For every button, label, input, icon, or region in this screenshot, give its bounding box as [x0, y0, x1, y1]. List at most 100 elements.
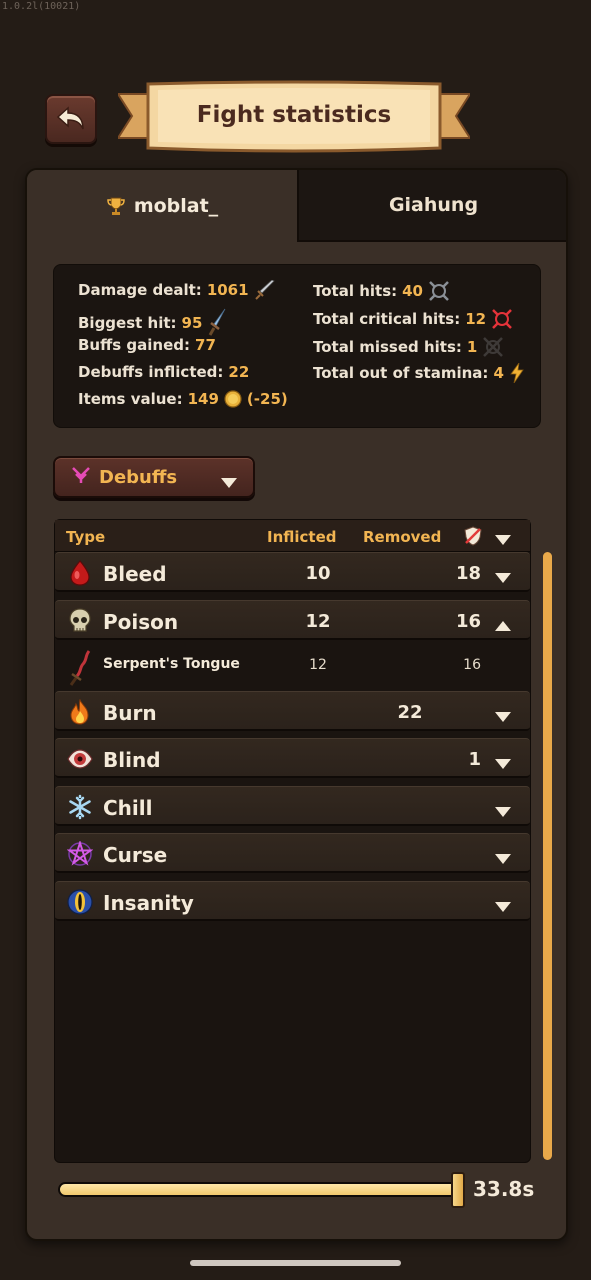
stat-value: 1 — [466, 338, 478, 356]
row-removed: 18 — [455, 563, 481, 584]
critical-crosshair-icon — [491, 308, 513, 330]
timeline-handle[interactable] — [451, 1172, 465, 1208]
table-scrollbar[interactable] — [543, 552, 552, 1160]
serpent-blade-icon — [67, 650, 93, 690]
table-row-poison[interactable]: Poison 12 16 — [55, 600, 530, 640]
skull-icon — [67, 608, 93, 634]
stats-summary: Damage dealt: 1061 Biggest hit: 95 Buffs… — [53, 264, 541, 428]
tab-label: moblat_ — [133, 195, 219, 217]
insanity-eye-icon — [67, 889, 93, 915]
table-row-blind[interactable]: Blind 1 — [55, 738, 530, 778]
filter-dropdown[interactable]: Debuffs — [53, 456, 255, 498]
stat-label: Buffs gained: — [78, 336, 191, 354]
stat-value: 1061 — [206, 281, 249, 299]
stat-buffs-gained: Buffs gained: 77 — [78, 336, 216, 354]
table-row-insanity[interactable]: Insanity — [55, 881, 530, 921]
stat-label: Total critical hits: — [313, 310, 461, 328]
stat-damage-dealt: Damage dealt: 1061 — [78, 280, 276, 300]
gold-coin-icon — [224, 390, 242, 408]
crosshair-icon — [428, 280, 450, 302]
chevron-down-icon[interactable] — [495, 754, 511, 773]
table-row-bleed[interactable]: Bleed 10 18 — [55, 552, 530, 592]
chevron-down-icon[interactable] — [495, 849, 511, 868]
stat-total-hits: Total hits: 40 — [313, 280, 450, 302]
back-button[interactable] — [45, 94, 97, 144]
tab-label: Giahung — [388, 194, 479, 216]
table-row-chill[interactable]: Chill — [55, 786, 530, 826]
chevron-down-icon[interactable] — [495, 802, 511, 821]
subrow-name: Serpent's Tongue — [103, 656, 240, 672]
version-label: 1.0.2l(10021) — [2, 1, 81, 12]
stat-label: Items value: — [78, 390, 183, 408]
stats-panel: moblat_ Giahung Damage dealt: 1061 Bigge… — [25, 168, 568, 1241]
stat-label: Total out of stamina: — [313, 364, 489, 382]
row-name: Insanity — [103, 891, 194, 915]
table-header: Type Inflicted Removed — [55, 520, 530, 552]
row-name: Bleed — [103, 562, 167, 586]
table-subrow-serpents-tongue: Serpent's Tongue 12 16 — [55, 642, 530, 690]
stat-value: 95 — [181, 314, 203, 332]
stat-total-critical-hits: Total critical hits: 12 — [313, 308, 513, 330]
subrow-inflicted: 12 — [309, 657, 327, 673]
stat-label: Total hits: — [313, 282, 398, 300]
column-header-removed[interactable]: Removed — [363, 528, 441, 546]
stat-label: Total missed hits: — [313, 338, 462, 356]
table-row-curse[interactable]: Curse — [55, 833, 530, 873]
column-header-inflicted[interactable]: Inflicted — [267, 528, 337, 546]
page-title: Fight statistics — [196, 102, 392, 128]
stat-biggest-hit: Biggest hit: 95 — [78, 308, 229, 338]
title-banner: Fight statistics — [118, 80, 470, 154]
flame-icon — [67, 699, 93, 725]
row-name: Curse — [103, 843, 168, 867]
row-removed: 22 — [397, 702, 423, 723]
chevron-down-icon[interactable] — [495, 707, 511, 726]
eye-icon — [67, 746, 93, 772]
table-row-burn[interactable]: Burn 22 — [55, 691, 530, 731]
undo-arrow-icon — [56, 106, 84, 130]
miss-icon — [482, 336, 504, 358]
stat-total-missed-hits: Total missed hits: 1 — [313, 336, 504, 358]
snowflake-icon — [67, 794, 93, 820]
stat-value: 77 — [195, 336, 216, 354]
timeline-time-label: 33.8s — [473, 1177, 535, 1201]
timeline-progress — [60, 1184, 456, 1195]
stat-label: Debuffs inflicted: — [78, 363, 224, 381]
column-header-type[interactable]: Type — [66, 528, 105, 546]
cleanse-shield-icon[interactable] — [463, 526, 483, 550]
debuff-icon — [71, 465, 91, 489]
debuffs-table: Type Inflicted Removed Bleed 10 18 Poiso… — [54, 519, 531, 1163]
stat-value: 149 — [187, 390, 219, 408]
dagger-icon — [207, 308, 229, 338]
chevron-down-icon[interactable] — [495, 568, 511, 587]
stat-total-out-of-stamina: Total out of stamina: 4 — [313, 363, 525, 383]
trophy-icon — [106, 196, 126, 216]
home-indicator[interactable] — [190, 1260, 401, 1266]
row-name: Burn — [103, 701, 157, 725]
tab-player-giahung[interactable]: Giahung — [297, 170, 566, 242]
row-name: Blind — [103, 748, 161, 772]
stat-items-value: Items value: 149 (-25) — [78, 390, 288, 408]
sword-icon — [254, 280, 276, 300]
row-removed: 1 — [468, 749, 481, 770]
chevron-down-icon — [221, 473, 237, 492]
stat-delta: (-25) — [246, 390, 288, 408]
stat-debuffs-inflicted: Debuffs inflicted: 22 — [78, 363, 249, 381]
chevron-down-icon[interactable] — [495, 531, 511, 549]
row-inflicted: 12 — [305, 611, 331, 632]
row-name: Poison — [103, 610, 179, 634]
blood-drop-icon — [67, 560, 93, 586]
subrow-removed: 16 — [463, 657, 481, 673]
tab-player-moblat[interactable]: moblat_ — [27, 170, 297, 242]
stat-value: 12 — [465, 310, 487, 328]
chevron-up-icon[interactable] — [495, 616, 511, 635]
row-name: Chill — [103, 796, 153, 820]
lightning-icon — [509, 363, 525, 383]
pentagram-icon — [67, 841, 93, 867]
row-removed: 16 — [455, 611, 481, 632]
stat-label: Damage dealt: — [78, 281, 202, 299]
player-tabs: moblat_ Giahung — [27, 170, 566, 242]
stat-value: 4 — [493, 364, 504, 382]
stat-value: 40 — [402, 282, 423, 300]
chevron-down-icon[interactable] — [495, 897, 511, 916]
stat-label: Biggest hit: — [78, 314, 177, 332]
